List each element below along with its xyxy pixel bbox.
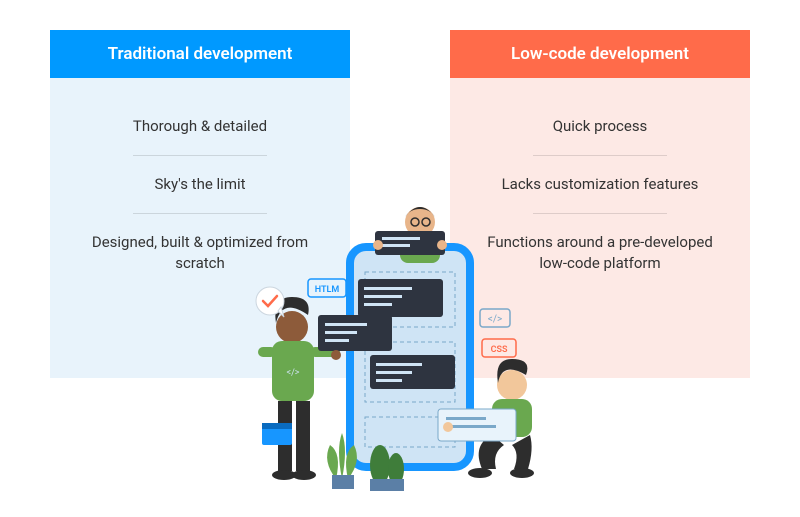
trad-item-3: Designed, built & optimized from scratch	[78, 214, 322, 292]
trad-item-1: Thorough & detailed	[78, 98, 322, 155]
body-traditional: Thorough & detailed Sky's the limit Desi…	[50, 78, 350, 378]
low-item-3: Functions around a pre-developed low-cod…	[478, 214, 722, 292]
header-traditional: Traditional development	[50, 30, 350, 78]
header-lowcode: Low-code development	[450, 30, 750, 78]
plant-icon	[327, 433, 357, 489]
body-lowcode: Quick process Lacks customization featur…	[450, 78, 750, 378]
column-traditional: Traditional development Thorough & detai…	[50, 30, 350, 378]
column-lowcode: Low-code development Quick process Lacks…	[450, 30, 750, 378]
cactus-icon	[370, 445, 404, 491]
low-item-1: Quick process	[478, 98, 722, 155]
comparison-columns: Traditional development Thorough & detai…	[0, 0, 800, 378]
trad-item-2: Sky's the limit	[78, 156, 322, 213]
low-item-2: Lacks customization features	[478, 156, 722, 213]
window-icon	[262, 423, 292, 445]
ui-panel-icon	[438, 409, 516, 441]
